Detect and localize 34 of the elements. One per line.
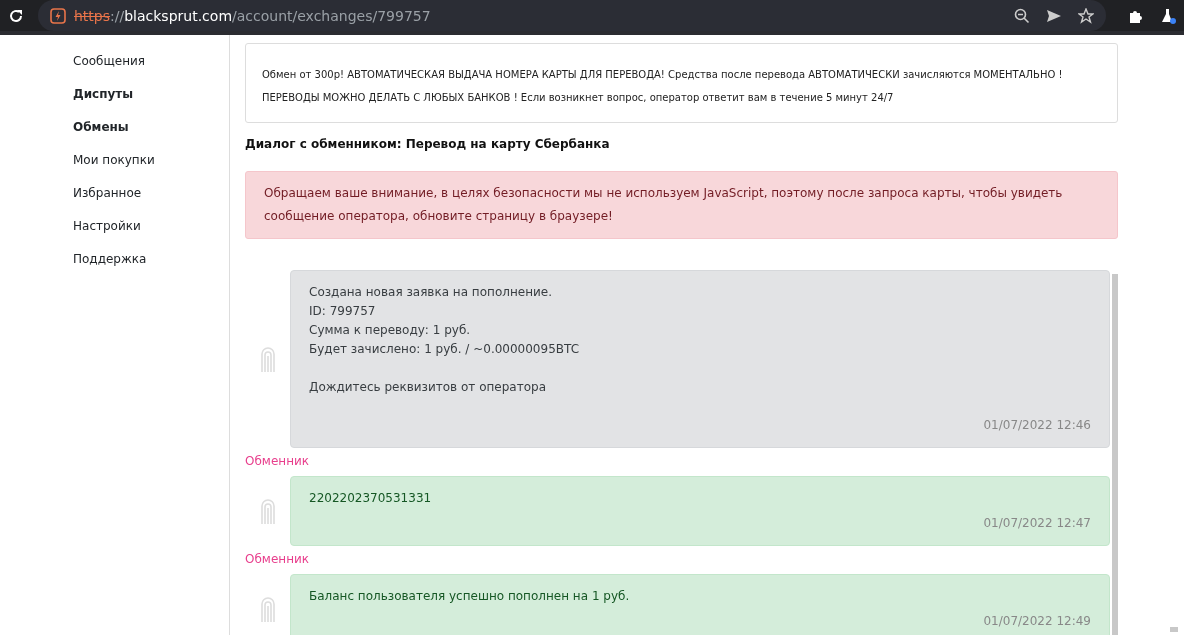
sidebar-link[interactable]: Настройки — [73, 218, 229, 234]
avatar-icon — [259, 596, 276, 622]
avatar-icon — [259, 498, 276, 524]
notice-text: Обмен от 300р! АВТОМАТИЧЕСКАЯ ВЫДАЧА НОМЕРА КАРТЫ ДЛЯ ПЕРЕВОДА! Средства после перевода АВТОМАТИЧЕСКИ зачисляются МОМЕНТАЛЬНО ! ПЕРЕВОДЫ МОЖНО ДЕЛАТЬ С ЛЮБЫХ БАНКОВ ! Если возникнет вопрос, оператор ответит вам в течение 5 минут 24/7 — [245, 43, 1118, 123]
sidebar-link[interactable]: Мои покупки — [73, 152, 229, 168]
address-field[interactable]: https://blacksprut.com/account/exchanges/799757 — [38, 0, 1106, 31]
sidebar-link[interactable]: Обмены — [73, 119, 229, 135]
sidebar-link[interactable]: Сообщения — [73, 53, 229, 69]
message-text: Сумма к переводу: 1 руб. — [309, 322, 472, 339]
sender-name: Обменник — [245, 552, 311, 566]
message-text: Баланс пользователя успешно пополнен на 1 руб. — [309, 588, 631, 605]
alert-message: Обращаем ваше внимание, в целях безопасности мы не используем JavaScript, поэтому после запроса карты, чтобы увидеть сообщение оператора, обновите страницу в браузере! — [245, 171, 1118, 239]
message-text: ID: 799757 — [309, 303, 377, 320]
message-time: 01/07/2022 12:49 — [982, 613, 1091, 630]
dialog-title: Диалог с обменником: Перевод на карту Сбербанка — [245, 137, 611, 151]
message-time: 01/07/2022 12:47 — [982, 515, 1091, 532]
warning-icon[interactable] — [50, 7, 66, 24]
message-text: Дождитесь реквизитов от оператора — [309, 379, 547, 396]
sidebar-link[interactable]: Поддержка — [73, 251, 229, 267]
scrollbar[interactable] — [1112, 274, 1118, 635]
avatar-icon — [259, 346, 276, 372]
scrollbar[interactable] — [1170, 627, 1178, 632]
star-icon[interactable] — [1078, 7, 1094, 24]
message-text: Будет зачислено: 1 руб. / ~0.00000095BTC — [309, 341, 580, 358]
sidebar-link[interactable]: Избранное — [73, 185, 229, 201]
reload-icon[interactable] — [8, 7, 24, 24]
zoom-out-icon[interactable] — [1014, 7, 1030, 24]
sender-name: Обменник — [245, 454, 311, 468]
flask-icon[interactable] — [1160, 7, 1176, 24]
sidebar-link[interactable]: Диспуты — [73, 86, 229, 102]
send-icon[interactable] — [1046, 7, 1062, 24]
message-text: Создана новая заявка на пополнение. — [309, 284, 553, 301]
message-text: 2202202370531331 — [309, 490, 433, 507]
message-time: 01/07/2022 12:46 — [982, 417, 1091, 434]
